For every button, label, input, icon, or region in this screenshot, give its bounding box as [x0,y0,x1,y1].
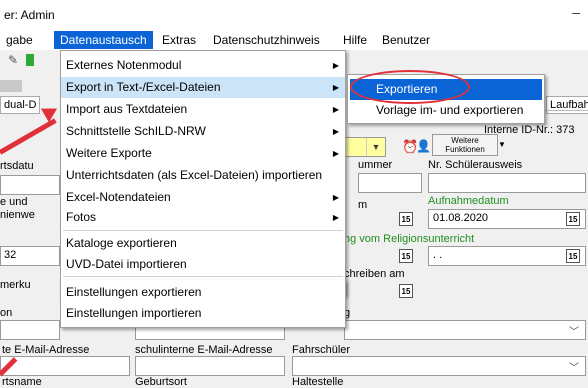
highlight-ellipse [350,70,470,104]
menu-item-label: Unterrichtsdaten (als Excel-Dateien) imp… [66,168,323,182]
label-religionsunterricht: ng vom Religionsunterricht [344,233,475,245]
label-geburtsdatum: rtsdatu [0,160,34,172]
tab-laufbahn[interactable]: Laufbah [546,96,588,114]
title-bar: er: Admin – [0,0,588,28]
label-geburtsort: Geburtsort [135,376,187,388]
submenu-arrow-icon: ▶ [332,83,339,92]
submenu-arrow-icon: ▶ [332,105,339,114]
label-schreiben-am: chreiben am [344,268,405,280]
field-geburtsdatum[interactable] [0,175,60,195]
label-schul-email: schulinterne E-Mail-Adresse [135,344,273,356]
menu-item-fotos[interactable]: Fotos ▶ [61,207,345,228]
menu-item-kataloge-exportieren[interactable]: Kataloge exportieren [61,233,345,254]
minimize-button[interactable]: – [572,4,580,20]
calendar-icon[interactable]: 15 [566,212,580,226]
menu-item-label: Einstellungen importieren [66,306,202,320]
menu-item-export-text-excel[interactable]: Export in Text-/Excel-Dateien ▶ [61,77,345,98]
calendar-icon[interactable]: 15 [566,249,580,263]
menu-ausgabe[interactable]: gabe [0,31,39,49]
label-m: m [358,199,368,211]
menu-item-label: Schnittstelle SchILD-NRW [66,124,206,138]
field-left-value[interactable]: 32 [0,246,60,266]
menu-item-label: Export in Text-/Excel-Dateien [66,80,221,94]
menu-item-label: Externes Notenmodul [66,58,182,72]
menu-extras[interactable]: Extras [156,31,202,49]
menu-item-label: Kataloge exportieren [66,236,177,250]
menu-benutzer[interactable]: Benutzer [376,31,436,49]
calendar-icon[interactable]: 15 [399,249,413,263]
submenu-arrow-icon: ▶ [332,213,339,222]
weitere-funktionen-button[interactable]: Weitere Funktionen [432,134,498,156]
datenaustausch-menu-bottom: Einstellungen exportieren Einstellungen … [60,280,346,328]
calendar-icon[interactable]: 15 [399,284,413,298]
chevron-down-icon[interactable]: ▼ [366,138,385,156]
field-aufnahmedatum[interactable]: 01.08.2020 [428,209,586,229]
menu-item-einstellungen-exportieren[interactable]: Einstellungen exportieren [61,282,345,303]
person-icon[interactable]: 👤 [416,139,431,153]
menu-datenaustausch[interactable]: Datenaustausch [54,31,153,49]
label-nienwe: nienwe [0,209,35,221]
submenu-arrow-icon: ▶ [332,193,339,202]
menu-item-label: UVD-Datei importieren [66,257,187,271]
field-schuelerausweis[interactable] [428,173,586,193]
weitere-chevron-icon[interactable]: ▼ [498,140,506,149]
datenaustausch-menu: Externes Notenmodul ▶ Export in Text-/Ex… [60,50,346,296]
menu-item-einstellungen-importieren[interactable]: Einstellungen importieren [61,303,345,324]
label-aufnahmedatum: Aufnahmedatum [428,195,509,207]
menu-item-label: Weitere Exporte [66,146,152,160]
yellow-combo[interactable]: ▼ [340,137,386,157]
menu-hilfe[interactable]: Hilfe [337,31,373,49]
label-bemerkung: merku [0,279,31,291]
submenu-arrow-icon: ▶ [332,149,339,158]
menu-item-import-textdateien[interactable]: Import aus Textdateien ▶ [61,99,345,120]
submenu-item-vorlage[interactable]: Vorlage im- und exportieren [350,100,542,121]
field-schul-email[interactable] [135,356,285,376]
menu-item-label: Excel-Notendateien [66,190,171,204]
tab-dual[interactable]: dual-D [0,96,41,114]
label-haltestelle: Haltestelle [292,376,344,388]
blurred-block [0,80,22,92]
label-nummer: ummer [358,159,393,171]
menu-item-label: Einstellungen exportieren [66,285,202,299]
menu-item-unterrichtsdaten-import[interactable]: Unterrichtsdaten (als Excel-Dateien) imp… [61,165,345,186]
toolbar-green-icon[interactable] [26,54,34,66]
label-email: te E-Mail-Adresse [2,344,90,356]
menu-item-weitere-exporte[interactable]: Weitere Exporte ▶ [61,143,345,164]
field-email[interactable] [0,356,130,376]
chevron-down-icon[interactable]: ﹀ [569,323,579,338]
submenu-arrow-icon: ▶ [332,127,339,136]
chevron-down-icon[interactable]: ﹀ [569,359,579,374]
label-on: on [0,307,13,319]
menu-separator [63,230,343,231]
field-left-2[interactable] [0,320,60,340]
label-schuelerausweis: Nr. Schülerausweis [428,159,523,171]
field-nummer[interactable] [358,173,422,193]
label-geburtsname: rtsname [2,376,42,388]
menu-bar: gabe Datenaustausch Extras Datenschutzhi… [0,28,588,50]
field-fahrschueler[interactable]: ﹀ [292,356,586,376]
label-fahrschueler: Fahrschüler [292,344,351,356]
menu-item-excel-notendateien[interactable]: Excel-Notendateien ▶ [61,187,345,208]
menu-item-label: Fotos [66,210,97,224]
menu-item-uvd-import[interactable]: UVD-Datei importieren [61,254,345,275]
toolbar-tool-icon[interactable]: ✎ [8,53,18,67]
menu-item-label: Import aus Textdateien [66,102,188,116]
menu-datenschutzhinweis[interactable]: Datenschutzhinweis [207,31,326,49]
submenu-item-label: Vorlage im- und exportieren [376,103,524,117]
menu-item-schnittstelle-schild[interactable]: Schnittstelle SchILD-NRW ▶ [61,121,345,142]
label-e-und: e und [0,196,28,208]
field-religion-datum[interactable]: . . [428,246,586,266]
menu-item-externes-notenmodul[interactable]: Externes Notenmodul ▶ [61,55,345,76]
field-dropdown-1[interactable]: ﹀ [344,320,586,340]
menu-separator [63,276,343,277]
window-title: er: Admin [4,8,55,22]
calendar-icon[interactable]: 15 [399,212,413,226]
submenu-arrow-icon: ▶ [332,61,339,70]
